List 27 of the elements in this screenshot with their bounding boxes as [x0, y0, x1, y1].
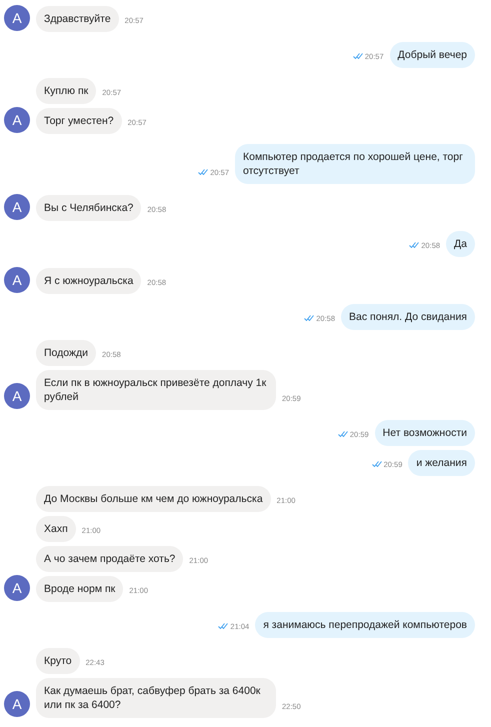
- message-bubble: Да: [446, 231, 475, 257]
- avatar: A: [4, 267, 30, 293]
- avatar: A: [4, 5, 30, 31]
- message-bubble: я занимаюсь перепродажей компьютеров: [255, 612, 475, 638]
- message-bubble: и желания: [408, 450, 475, 476]
- message-bubble: Компьютер продается по хорошей цене, торг отсутствует: [235, 144, 475, 184]
- message-bubble: Как думаешь брат, сабвуфер брать за 6400к или пк за 6400?: [36, 678, 276, 718]
- message-bubble: Хахп: [36, 516, 76, 542]
- message-bubble: А чо зачем продаёте хоть?: [36, 546, 184, 572]
- message-bubble: Здравствуйте: [36, 6, 119, 32]
- message-bubble: Подожди: [36, 340, 96, 366]
- message-bubble: Нет возможности: [374, 420, 475, 446]
- message-bubble: Вы с Челябинска?: [36, 195, 142, 221]
- message-bubble: Вас понял. До свидания: [341, 304, 475, 330]
- message-bubble: Добрый вечер: [390, 42, 475, 68]
- avatar: A: [4, 691, 30, 717]
- message-bubble: До Москвы больше км чем до южноуральска: [36, 486, 271, 512]
- message-bubble: Вроде норм пк: [36, 576, 124, 602]
- message-bubble: Торг уместен?: [36, 108, 122, 134]
- message-bubble: Если пк в южноуральск привезёте доплачу 1к рублей: [36, 370, 276, 410]
- avatar: A: [4, 107, 30, 133]
- avatar: A: [4, 194, 30, 220]
- message-bubble: Куплю пк: [36, 78, 96, 104]
- avatar: A: [4, 383, 30, 409]
- message-bubble: Я с южноуральска: [36, 268, 142, 294]
- avatar: A: [4, 575, 30, 601]
- message-bubble: Круто: [36, 648, 80, 674]
